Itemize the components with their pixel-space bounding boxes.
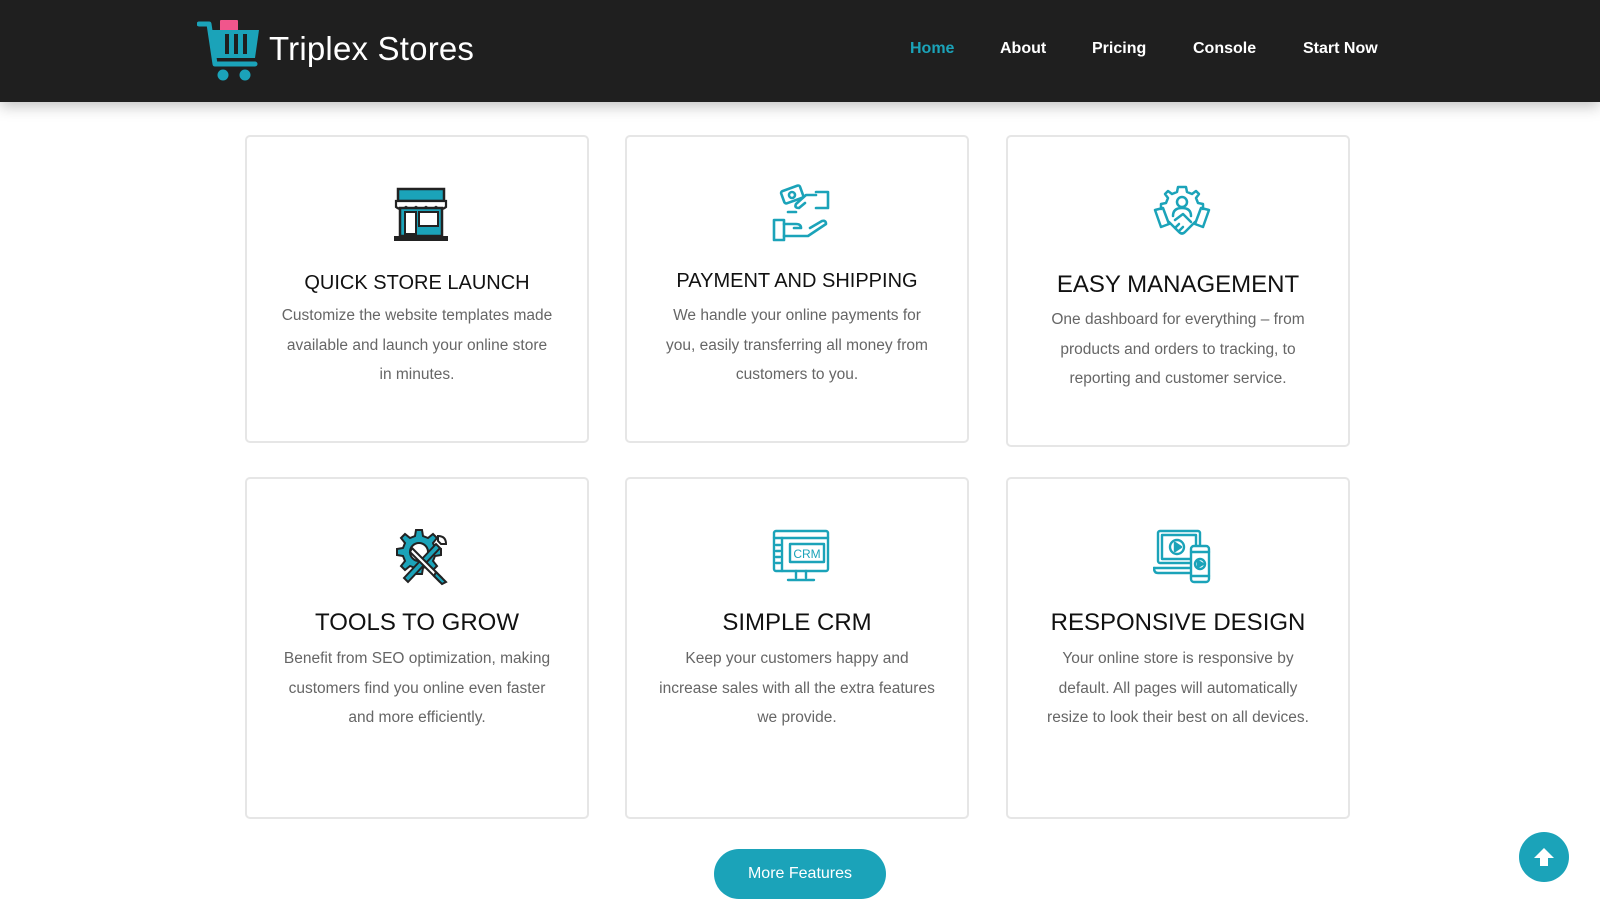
feature-description: We handle your online payments for you, … — [666, 307, 928, 383]
nav-pricing-link[interactable]: Pricing — [1092, 40, 1146, 58]
feature-title: QUICK STORE LAUNCH — [304, 272, 530, 294]
feature-card-quick-store-launch: QUICK STORE LAUNCH Customize the website… — [245, 135, 589, 443]
feature-title: SIMPLE CRM — [722, 609, 872, 636]
storefront-icon — [394, 187, 448, 241]
scroll-to-top-button[interactable] — [1519, 832, 1569, 882]
feature-description: Benefit from SEO optimization, making cu… — [283, 650, 551, 726]
feature-description: Customize the website templates made ava… — [281, 307, 553, 383]
feature-title: EASY MANAGEMENT — [1056, 271, 1300, 298]
crm-monitor-icon: CRM — [772, 529, 830, 582]
responsive-devices-icon — [1153, 529, 1211, 584]
feature-card-tools-to-grow: TOOLS TO GROW Benefit from SEO optimizat… — [245, 477, 589, 819]
tools-gear-icon — [396, 529, 448, 586]
feature-card-simple-crm: CRM SIMPLE CRM Keep your customers happy… — [625, 477, 969, 819]
nav-start-now-link[interactable]: Start Now — [1303, 40, 1378, 58]
feature-title: RESPONSIVE DESIGN — [1050, 609, 1306, 636]
feature-card-easy-management: EASY MANAGEMENT One dashboard for everyt… — [1006, 135, 1350, 447]
nav-console-link[interactable]: Console — [1193, 40, 1256, 58]
management-handshake-gear-icon — [1153, 185, 1211, 235]
feature-card-payment-shipping: PAYMENT AND SHIPPING We handle your onli… — [625, 135, 969, 443]
feature-title: PAYMENT AND SHIPPING — [676, 270, 918, 292]
more-features-button[interactable]: More Features — [714, 849, 886, 899]
svg-text:CRM: CRM — [793, 547, 820, 561]
feature-description: One dashboard for everything – from prod… — [1051, 311, 1305, 387]
feature-title: TOOLS TO GROW — [314, 609, 520, 636]
arrow-up-icon — [1534, 848, 1554, 866]
payment-handshake-icon — [772, 184, 830, 242]
feature-description: Keep your customers happy and increase s… — [659, 650, 935, 726]
feature-description: Your online store is responsive by defau… — [1047, 650, 1309, 726]
feature-card-responsive-design: RESPONSIVE DESIGN Your online store is r… — [1006, 477, 1350, 819]
nav-home-link[interactable]: Home — [910, 40, 954, 58]
header: Triplex Stores Home About Pricing Consol… — [0, 0, 1600, 102]
nav-about-link[interactable]: About — [1000, 40, 1046, 58]
main-nav: Home About Pricing Console Start Now — [0, 40, 1600, 64]
